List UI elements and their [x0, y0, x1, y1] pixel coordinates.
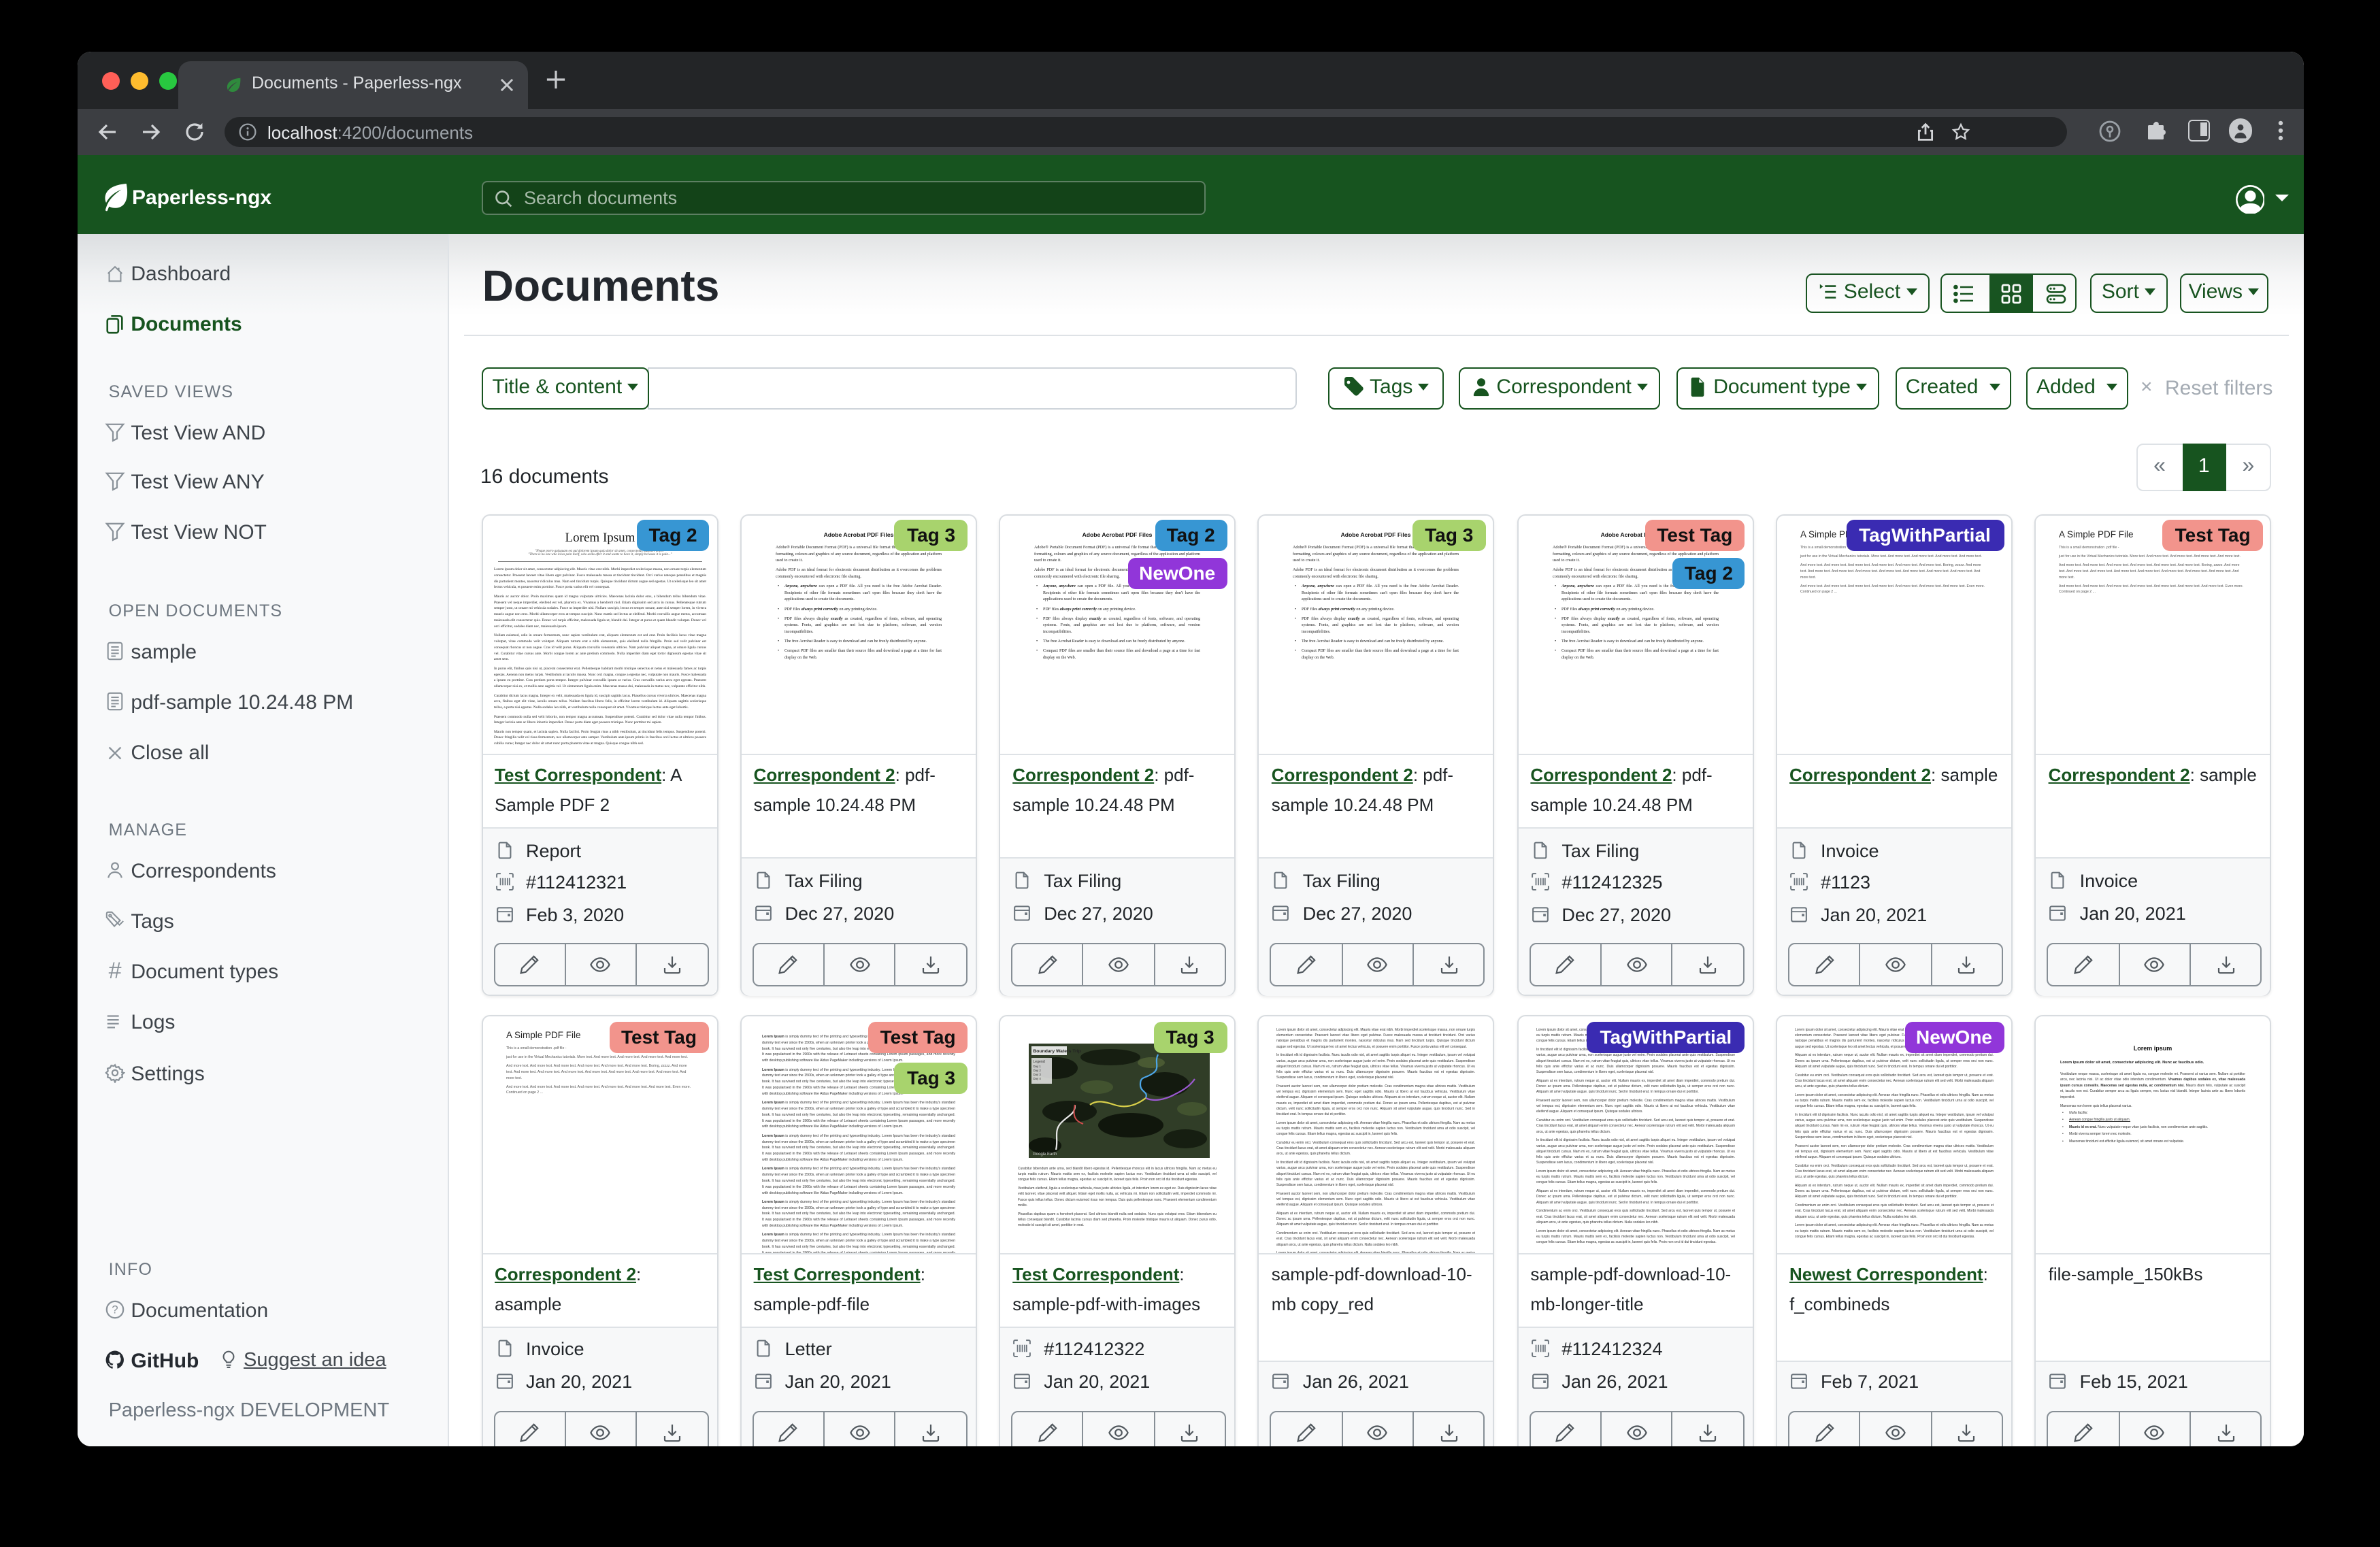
svg-text:Google Earth: Google Earth [1033, 1152, 1057, 1156]
svg-text:Day 2: Day 2 [1034, 1068, 1042, 1071]
svg-text:Legend: Legend [1034, 1059, 1045, 1063]
svg-text:Day 4: Day 4 [1034, 1076, 1042, 1080]
svg-text:Day 1: Day 1 [1034, 1064, 1042, 1067]
svg-text:Boundary Waters Trip: Boundary Waters Trip [1034, 1048, 1081, 1053]
svg-text:?: ? [111, 1303, 117, 1316]
svg-text:Day 3: Day 3 [1034, 1072, 1042, 1076]
